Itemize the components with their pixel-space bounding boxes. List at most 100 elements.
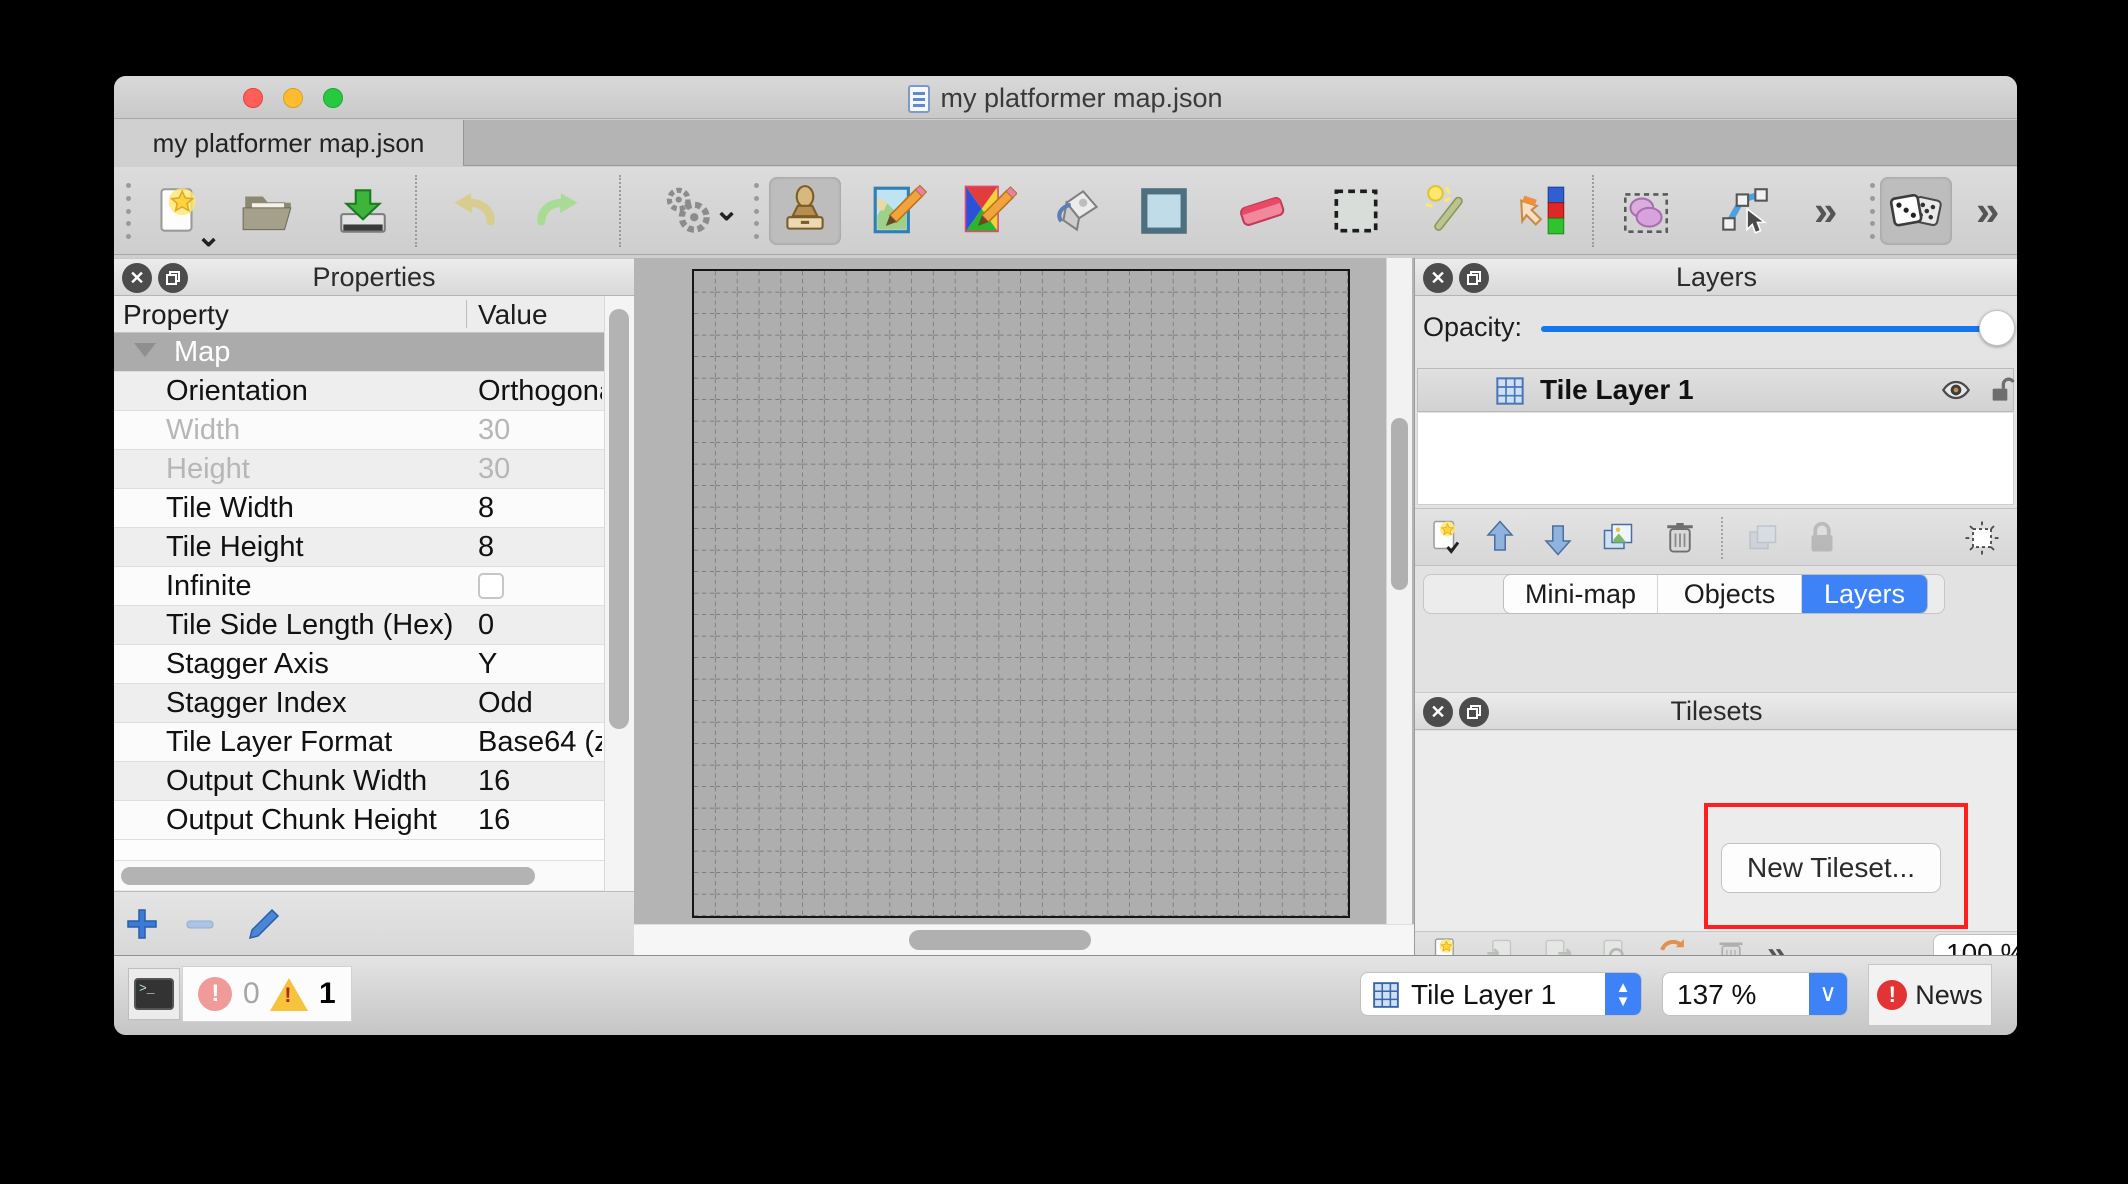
tab-mini-map[interactable]: Mini-map <box>1504 575 1658 613</box>
close-panel-icon[interactable]: ✕ <box>1423 697 1453 727</box>
terrain-map-edit-tool[interactable] <box>862 177 934 245</box>
highlight-current-layer-toggle[interactable] <box>1957 514 2007 562</box>
warning-count: 1 <box>319 977 336 1011</box>
duplicate-layer-button[interactable] <box>1593 514 1643 562</box>
property-row[interactable]: Tile Height 8 <box>114 528 604 567</box>
redo-button[interactable] <box>524 177 596 245</box>
save-button[interactable] <box>327 177 399 245</box>
terrain-brush-icon <box>959 182 1017 240</box>
shape-fill-tool[interactable] <box>1128 177 1200 245</box>
news-button[interactable]: ! News <box>1868 964 1992 1026</box>
tile-layer-icon <box>1371 980 1401 1015</box>
add-property-button[interactable] <box>118 900 166 948</box>
map-grid[interactable] <box>692 269 1350 918</box>
scrollbar-thumb[interactable] <box>609 309 629 729</box>
float-panel-icon[interactable] <box>1459 263 1489 293</box>
scrollbar-thumb[interactable] <box>1391 418 1408 590</box>
edit-property-button[interactable] <box>240 900 288 948</box>
collapse-triangle-icon[interactable] <box>134 343 156 357</box>
opacity-slider-knob[interactable] <box>1979 310 2015 346</box>
property-row[interactable]: Stagger Index Odd <box>114 684 604 723</box>
canvas-horizontal-scrollbar[interactable] <box>634 924 1414 955</box>
new-map-dropdown-chevron[interactable]: ⌄ <box>196 219 221 254</box>
map-canvas-area[interactable] <box>634 258 1414 955</box>
layer-unlocked-icon[interactable] <box>1986 374 2017 411</box>
scrollbar-thumb[interactable] <box>121 867 535 885</box>
float-panel-icon[interactable] <box>1459 697 1489 727</box>
toolbar-separator <box>1592 175 1594 247</box>
layer-list-item[interactable]: Tile Layer 1 <box>1417 368 2014 412</box>
duplicate-layer-icon <box>1597 517 1639 559</box>
news-alert-icon: ! <box>1877 980 1907 1010</box>
warning-icon <box>270 978 308 1011</box>
layer-name[interactable]: Tile Layer 1 <box>1540 374 1694 406</box>
property-group-row[interactable]: Map <box>114 333 604 372</box>
properties-horizontal-scrollbar[interactable] <box>114 860 604 890</box>
property-row[interactable]: Orientation Orthogonal <box>114 372 604 411</box>
infinite-checkbox[interactable] <box>478 573 504 599</box>
random-mode-toggle[interactable] <box>1880 177 1952 245</box>
layer-list-empty-area[interactable] <box>1417 413 2014 505</box>
open-file-icon <box>239 182 297 240</box>
toolbar-drag-handle[interactable] <box>1869 183 1875 239</box>
zoom-level-select[interactable]: 137 % ∨ <box>1662 972 1848 1016</box>
stepper-icon[interactable]: ▲▼ <box>1605 973 1641 1016</box>
lower-layer-button[interactable] <box>1533 514 1583 562</box>
issues-counter[interactable]: ! 0 1 <box>182 966 352 1022</box>
bucket-fill-icon <box>1050 182 1108 240</box>
tools-overflow-chevron[interactable]: » <box>1814 191 1837 231</box>
close-panel-icon[interactable]: ✕ <box>122 263 152 293</box>
toolbar-drag-handle[interactable] <box>125 183 131 239</box>
remove-layer-button[interactable] <box>1655 514 1705 562</box>
plus-icon <box>124 906 160 942</box>
select-objects-tool[interactable] <box>1610 177 1682 245</box>
tab-objects[interactable]: Objects <box>1658 575 1802 613</box>
property-row-infinite[interactable]: Infinite <box>114 567 604 606</box>
opacity-slider[interactable] <box>1541 326 2009 332</box>
property-row[interactable]: Tile Layer Format Base64 (zlib compresse… <box>114 723 604 762</box>
terrain-brush-tool[interactable] <box>952 177 1024 245</box>
remove-property-button[interactable] <box>176 900 224 948</box>
properties-panel-title: Properties <box>114 259 634 295</box>
magic-wand-tool[interactable] <box>1414 177 1486 245</box>
undo-button[interactable] <box>436 177 508 245</box>
scrollbar-thumb[interactable] <box>909 930 1091 950</box>
new-layer-icon <box>1425 517 1467 559</box>
open-file-button[interactable] <box>232 177 304 245</box>
property-row[interactable]: Stagger Axis Y <box>114 645 604 684</box>
toolbar-overflow-chevron[interactable]: » <box>1976 191 1999 231</box>
canvas-vertical-scrollbar[interactable] <box>1386 258 1412 924</box>
property-row[interactable]: Tile Width 8 <box>114 489 604 528</box>
bucket-fill-tool[interactable] <box>1043 177 1115 245</box>
current-layer-select[interactable]: Tile Layer 1 ▲▼ <box>1360 972 1642 1016</box>
property-row[interactable]: Tile Side Length (Hex) 0 <box>114 606 604 645</box>
rectangular-select-tool[interactable] <box>1320 177 1392 245</box>
stamp-brush-tool[interactable] <box>769 177 841 245</box>
property-row[interactable]: Width 30 <box>114 411 604 450</box>
automapping-dropdown-chevron[interactable]: ⌄ <box>714 193 739 228</box>
property-row[interactable]: Height 30 <box>114 450 604 489</box>
eraser-icon <box>1233 182 1291 240</box>
tab-layers[interactable]: Layers <box>1802 575 1927 613</box>
raise-layer-button[interactable] <box>1475 514 1525 562</box>
console-button[interactable] <box>128 968 180 1020</box>
new-tileset-button[interactable]: New Tileset... <box>1721 843 1941 893</box>
toolbar-drag-handle[interactable] <box>753 183 759 239</box>
automapping-icon <box>659 182 717 240</box>
layer-visibility-eye-icon[interactable] <box>1940 374 1972 411</box>
chevron-down-icon[interactable]: ∨ <box>1809 973 1847 1016</box>
properties-vertical-scrollbar[interactable] <box>604 296 634 898</box>
edit-polygons-tool[interactable] <box>1709 177 1781 245</box>
redo-icon <box>531 182 589 240</box>
arrow-down-icon <box>1537 517 1579 559</box>
new-layer-button[interactable] <box>1421 514 1471 562</box>
property-row[interactable]: Output Chunk Height 16 <box>114 801 604 840</box>
property-row[interactable]: Output Chunk Width 16 <box>114 762 604 801</box>
close-panel-icon[interactable]: ✕ <box>1423 263 1453 293</box>
toolbar-separator <box>415 175 417 247</box>
value-column-header: Value <box>478 299 548 331</box>
eraser-tool[interactable] <box>1226 177 1298 245</box>
document-tab[interactable]: my platformer map.json <box>114 120 464 166</box>
float-panel-icon[interactable] <box>158 263 188 293</box>
select-same-tile-tool[interactable] <box>1507 177 1579 245</box>
